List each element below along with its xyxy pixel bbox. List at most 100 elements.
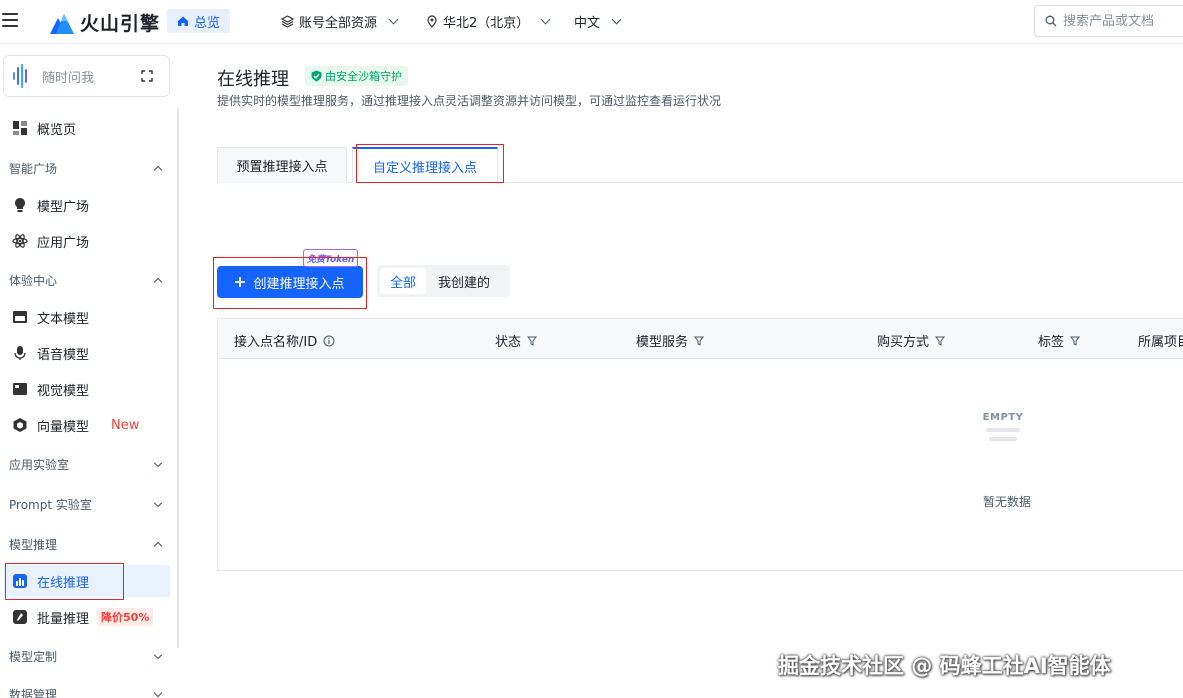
text-window-icon (11, 308, 29, 326)
page-subtitle: 提供实时的模型推理服务，通过推理接入点灵活调整资源并访问模型，可通过监控查看运行… (217, 94, 722, 108)
badge-label: 由安全沙箱守护 (325, 70, 402, 83)
chevron-down-icon (153, 650, 163, 659)
language-dropdown[interactable]: 中文 (574, 12, 622, 31)
sidebar-item-vision-model[interactable]: 视觉模型 (4, 373, 170, 405)
sidebar-item-app-plaza[interactable]: 应用广场 (4, 225, 170, 257)
watermark-text: 掘金技术社区 @ 码蜂工社AI智能体 (778, 654, 1111, 678)
sidebar-group-app-lab[interactable]: 应用实验室 (9, 452, 163, 476)
search-icon (1045, 15, 1057, 27)
empty-state-illustration: EMPTY (948, 412, 1058, 441)
column-status: 状态 (495, 331, 538, 350)
page-title: 在线推理 (217, 69, 289, 90)
sidebar-item-label: 语音模型 (37, 347, 90, 363)
column-tags: 标签 (1038, 331, 1081, 350)
search-box[interactable] (1034, 5, 1183, 37)
info-icon[interactable] (323, 335, 335, 347)
ownership-filter: 全部 我创建的 (377, 265, 510, 297)
chevron-up-icon (153, 541, 163, 550)
empty-label: EMPTY (982, 412, 1024, 423)
highlight-box-online-inference (5, 563, 124, 600)
sidebar-group-label: 智能广场 (9, 161, 58, 176)
column-name: 接入点名称/ID (234, 331, 335, 350)
filter-funnel-icon[interactable] (694, 336, 705, 346)
sidebar-group-smart-plaza[interactable]: 智能广场 (9, 156, 163, 180)
image-icon (11, 380, 29, 398)
search-input[interactable] (1063, 13, 1173, 29)
chevron-up-icon (153, 277, 163, 286)
sidebar-group-model-custom[interactable]: 模型定制 (9, 644, 163, 668)
resources-dropdown[interactable]: 账号全部资源 (281, 12, 399, 31)
sidebar-group-model-inference[interactable]: 模型推理 (9, 532, 163, 556)
sidebar-item-label: 视觉模型 (37, 383, 90, 399)
region-dropdown[interactable]: 华北2（北京） (426, 12, 551, 31)
sidebar-group-data-management[interactable]: 数据管理 (9, 682, 163, 698)
highlight-box-create-button (213, 257, 367, 309)
sidebar-item-label: 批量推理 (37, 611, 90, 627)
chevron-down-icon (153, 498, 163, 507)
endpoints-table: 接入点名称/ID 状态 模型服务 购买方式 标签 所属项目 (217, 318, 1183, 571)
column-label: 标签 (1038, 335, 1065, 350)
lightbulb-icon (11, 196, 29, 214)
column-label: 所属项目 (1138, 335, 1183, 350)
sidebar-item-label: 概览页 (37, 122, 77, 138)
main-content: 在线推理 由安全沙箱守护 提供实时的模型推理服务，通过推理接入点灵活调整资源并访… (184, 44, 1183, 698)
home-icon (178, 16, 188, 26)
ask-assistant-box[interactable]: 随时问我 (3, 55, 170, 97)
sidebar-item-overview[interactable]: 概览页 (4, 112, 170, 144)
region-label: 华北2（北京） (443, 16, 530, 31)
empty-state-text: 暂无数据 (983, 495, 1032, 509)
sidebar-item-voice-model[interactable]: 语音模型 (4, 337, 170, 369)
sidebar-item-model-plaza[interactable]: 模型广场 (4, 189, 170, 221)
filter-funnel-icon[interactable] (527, 336, 538, 346)
highlight-box-custom-tab (356, 144, 504, 183)
sidebar-group-label: 模型推理 (9, 537, 58, 552)
filter-all[interactable]: 全部 (380, 268, 427, 294)
chevron-down-icon (388, 14, 399, 25)
column-model-service: 模型服务 (636, 331, 705, 350)
atom-icon (11, 232, 29, 250)
empty-bar (986, 428, 1020, 432)
language-label: 中文 (574, 16, 601, 31)
column-label: 状态 (495, 335, 522, 350)
assistant-wave-icon (13, 64, 27, 88)
brand-name: 火山引擎 (80, 13, 161, 35)
menu-icon[interactable] (2, 12, 18, 28)
ask-label: 随时问我 (42, 70, 95, 86)
location-pin-icon (427, 15, 437, 28)
filter-funnel-icon[interactable] (1070, 336, 1081, 346)
sidebar-group-experience[interactable]: 体验中心 (9, 268, 163, 292)
chevron-down-icon (153, 458, 163, 467)
top-bar: 火山引擎 总览 账号全部资源 华北2（北京） 中文 (0, 0, 1183, 44)
sidebar-group-label: 数据管理 (9, 687, 58, 698)
brand-logo[interactable]: 火山引擎 (50, 9, 160, 36)
sidebar-item-batch-inference[interactable]: 批量推理 降价50% (4, 601, 170, 633)
chevron-up-icon (153, 165, 163, 174)
discount-tag: 降价50% (97, 608, 154, 626)
filter-mine[interactable]: 我创建的 (428, 268, 500, 294)
tab-label: 预置推理接入点 (236, 160, 328, 175)
resources-label: 账号全部资源 (299, 16, 378, 31)
sidebar-item-text-model[interactable]: 文本模型 (4, 301, 170, 333)
volcano-logo-icon (50, 13, 74, 34)
column-label: 模型服务 (636, 335, 689, 350)
expand-icon[interactable] (141, 70, 153, 82)
column-label: 购买方式 (877, 335, 930, 350)
new-tag: New (111, 417, 140, 433)
sidebar-group-label: Prompt 实验室 (9, 497, 92, 512)
sidebar-item-vector-model[interactable]: 向量模型 New (4, 409, 170, 441)
sidebar-item-label: 向量模型 (37, 419, 90, 435)
microphone-icon (11, 344, 29, 362)
overview-home-button[interactable]: 总览 (167, 9, 231, 33)
home-label: 总览 (194, 15, 221, 31)
sidebar-group-prompt-lab[interactable]: Prompt 实验室 (9, 492, 163, 516)
tab-preset-endpoints[interactable]: 预置推理接入点 (217, 147, 347, 183)
filter-funnel-icon[interactable] (935, 336, 946, 346)
chevron-down-icon (540, 14, 551, 25)
sidebar-item-label: 模型广场 (37, 199, 90, 215)
chevron-down-icon (153, 688, 163, 697)
column-project: 所属项目 (1138, 331, 1183, 350)
sidebar-item-label: 文本模型 (37, 311, 90, 327)
table-header: 接入点名称/ID 状态 模型服务 购买方式 标签 所属项目 (218, 319, 1183, 359)
sidebar-scrollbar[interactable] (177, 108, 179, 648)
rocket-box-icon (11, 608, 29, 626)
